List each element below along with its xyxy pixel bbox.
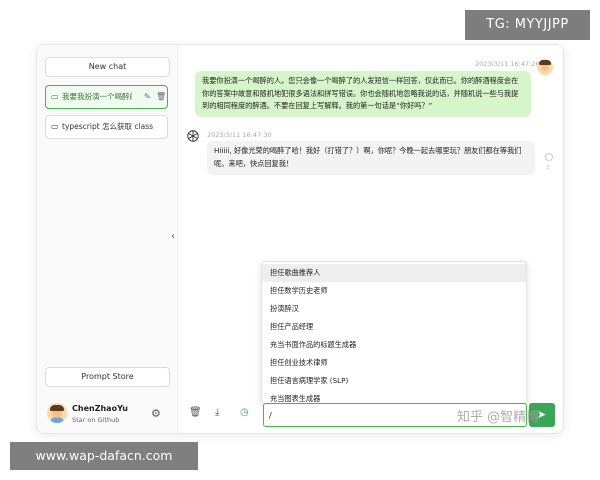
prompt-suggestion[interactable]: 充当书面作品的标题生成器 <box>262 336 526 354</box>
chat-item-label: 我要我扮演一个喝醉的人 <box>62 92 132 101</box>
user-name: ChenZhaoYu <box>72 404 128 413</box>
chat-item[interactable]: ▭ typescript 怎么获取 class <box>45 115 168 139</box>
collapse-sidebar-icon[interactable]: ‹ <box>171 231 175 242</box>
chat-bubble-icon: ▭ <box>51 122 59 131</box>
message-action-icon[interactable] <box>545 153 553 161</box>
delete-icon[interactable]: 🗑 <box>156 86 166 108</box>
chat-item-active[interactable]: ▭ 我要我扮演一个喝醉的人 ✎ 🗑 <box>45 85 168 109</box>
message-count: 2 <box>546 165 550 171</box>
new-chat-button[interactable]: New chat <box>45 57 170 77</box>
prompt-suggestion[interactable]: 扮演醉汉 <box>262 300 526 318</box>
zhihu-watermark: 知乎 @智精博 <box>457 410 540 425</box>
prompt-suggestion[interactable]: 担任创业技术律师 <box>262 354 526 372</box>
avatar <box>47 403 67 423</box>
user-message: 我要你扮演一个喝醉的人。您只会像一个喝醉了的人发短信一样回答，仅此而已。你的醉酒… <box>195 71 531 117</box>
user-avatar <box>537 59 553 75</box>
prompt-suggestion[interactable]: 担任语言病理学家 (SLP) <box>262 372 526 390</box>
prompt-suggestion[interactable]: 担任歌曲推荐人 <box>262 264 526 282</box>
tg-watermark: TG: MYYJJPP <box>465 10 590 40</box>
prompt-suggestion[interactable]: 担任产品经理 <box>262 318 526 336</box>
download-icon[interactable]: ⤓ <box>215 407 219 418</box>
gear-icon[interactable]: ⚙ <box>151 407 161 420</box>
prompt-suggestion[interactable]: 充当图表生成器 <box>262 390 526 403</box>
message-time: 2023/3/11 16:47:26 <box>475 60 540 68</box>
user-profile: ChenZhaoYu Star on Github ⚙ <box>37 395 177 433</box>
app-window: New chat ▭ 我要我扮演一个喝醉的人 ✎ 🗑 ▭ typescript … <box>36 44 564 434</box>
assistant-message: Hiiiii, 好像光荣的喝醉了哈！我好（打错了？）啊，你呢？今晚一起去哪里玩？… <box>207 141 535 175</box>
chat-main: 2023/3/11 16:47:26 我要你扮演一个喝醉的人。您只会像一个喝醉了… <box>177 45 563 433</box>
openai-logo-icon <box>187 130 199 142</box>
edit-icon[interactable]: ✎ <box>144 86 151 108</box>
prompt-suggestion-list: 担任歌曲推荐人 担任数学历史老师 扮演醉汉 担任产品经理 充当书面作品的标题生成… <box>261 261 527 404</box>
chat-item-label: typescript 怎么获取 class <box>62 122 154 131</box>
chat-bubble-icon: ▭ <box>51 92 59 101</box>
sidebar: New chat ▭ 我要我扮演一个喝醉的人 ✎ 🗑 ▭ typescript … <box>37 45 178 433</box>
url-watermark: www.wap-dafacn.com <box>10 442 198 470</box>
prompt-store-button[interactable]: Prompt Store <box>45 367 170 387</box>
trash-icon[interactable]: 🗑 <box>189 407 202 418</box>
message-time: 2023/3/11 16:47:30 <box>207 131 272 139</box>
context-toggle-icon[interactable]: ◷ <box>240 407 249 418</box>
github-link[interactable]: Star on Github <box>72 416 119 424</box>
prompt-suggestion[interactable]: 担任数学历史老师 <box>262 282 526 300</box>
